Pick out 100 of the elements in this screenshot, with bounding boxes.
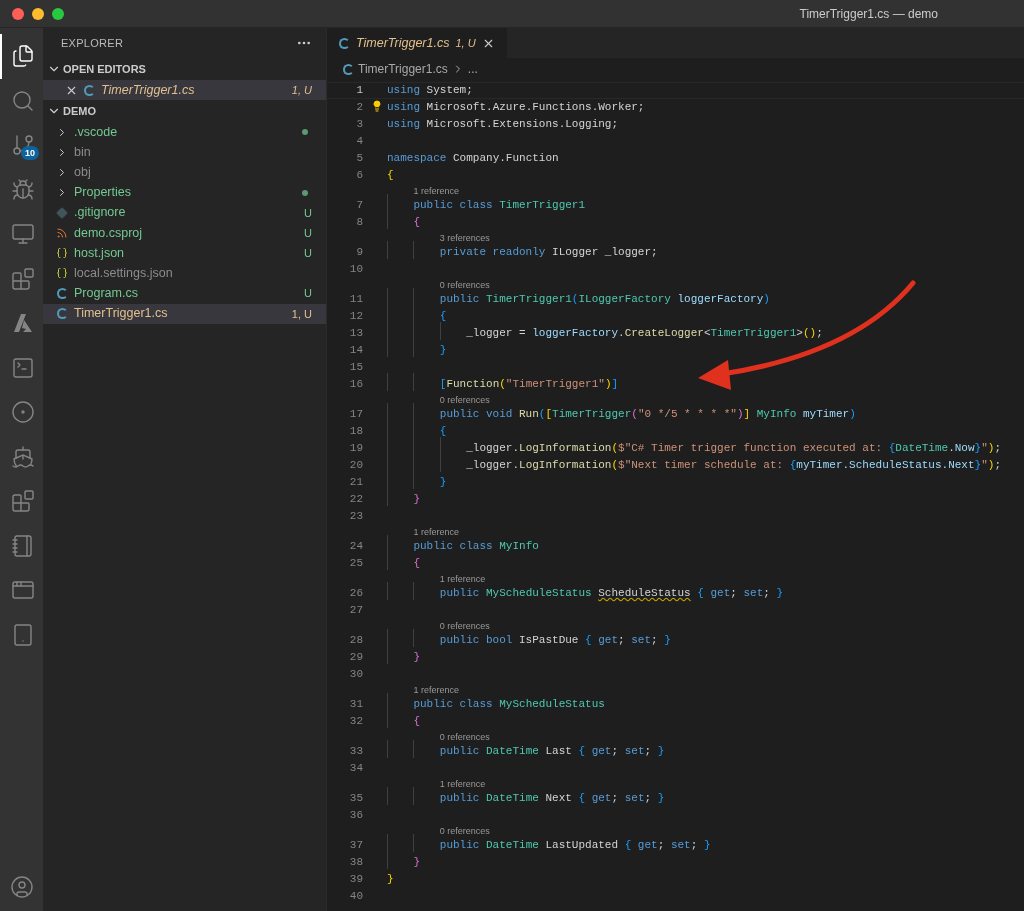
code-line: { bbox=[412, 715, 420, 728]
line-number: 32 bbox=[348, 714, 363, 730]
line-number: 40 bbox=[348, 889, 363, 905]
line-number: 29 bbox=[348, 650, 363, 666]
line-number: 31 bbox=[348, 697, 363, 713]
line-number: 22 bbox=[348, 492, 363, 508]
code-line: [Function("TimerTrigger1")] bbox=[438, 378, 619, 391]
line-number: 15 bbox=[348, 360, 363, 376]
line-number: 10 bbox=[348, 262, 363, 278]
window-title: TimerTrigger1.cs — demo bbox=[799, 5, 938, 23]
breadcrumb-item[interactable]: ... bbox=[467, 60, 478, 78]
line-number: 16 bbox=[348, 377, 363, 393]
code-line: public TimerTrigger1(ILoggerFactory loggerFactory) bbox=[438, 293, 770, 306]
code-line: { bbox=[438, 425, 447, 438]
section-header[interactable]: OPEN EDITORS bbox=[63, 60, 146, 78]
code-line: { bbox=[387, 169, 394, 182]
minimize-window-icon[interactable] bbox=[32, 7, 44, 20]
reference-count[interactable]: 0 references bbox=[439, 732, 490, 743]
file-tree-item[interactable]: local.settings.json bbox=[43, 263, 326, 284]
open-editor-item[interactable]: TimerTrigger1.cs 1, U bbox=[43, 80, 326, 100]
code-line: } bbox=[412, 493, 420, 506]
code-line: namespace Company.Function bbox=[387, 152, 559, 165]
section-header[interactable]: DEMO bbox=[63, 102, 96, 120]
line-number: 36 bbox=[348, 808, 363, 824]
file-tree-item[interactable]: .vscode bbox=[43, 122, 326, 143]
reference-count[interactable]: 1 reference bbox=[439, 779, 486, 790]
line-number: 33 bbox=[348, 744, 363, 760]
code-line: } bbox=[438, 476, 447, 489]
line-number: 35 bbox=[348, 791, 363, 807]
code-line: private readonly ILogger _logger; bbox=[438, 246, 658, 259]
files-icon[interactable] bbox=[10, 44, 35, 69]
line-number: 19 bbox=[348, 441, 363, 457]
line-number: 6 bbox=[355, 168, 363, 184]
source-control-icon[interactable] bbox=[10, 133, 35, 158]
line-number: 2 bbox=[355, 100, 363, 116]
code-line: using Microsoft.Azure.Functions.Worker; bbox=[387, 101, 645, 114]
file-tree-item[interactable]: Program.cs U bbox=[43, 283, 326, 304]
line-number: 5 bbox=[355, 151, 363, 167]
line-number: 9 bbox=[355, 245, 363, 261]
file-tree-item[interactable]: obj bbox=[43, 162, 326, 183]
lightbulb-icon[interactable] bbox=[371, 100, 383, 113]
reference-count[interactable]: 0 references bbox=[439, 621, 490, 632]
line-number: 24 bbox=[348, 539, 363, 555]
code-line: } bbox=[412, 651, 420, 664]
notebook-icon[interactable] bbox=[10, 533, 35, 558]
terminal-icon[interactable] bbox=[10, 355, 35, 380]
editor-tab[interactable]: TimerTrigger1.cs 1, U bbox=[327, 28, 507, 58]
line-number: 4 bbox=[355, 134, 363, 150]
reference-count[interactable]: 1 reference bbox=[439, 574, 486, 585]
line-number: 12 bbox=[348, 309, 363, 325]
csharp-icon bbox=[56, 288, 68, 300]
maximize-window-icon[interactable] bbox=[52, 7, 64, 20]
code-line: } bbox=[438, 344, 447, 357]
reference-count[interactable]: 3 references bbox=[439, 233, 490, 244]
line-number: 17 bbox=[348, 407, 363, 423]
file-tree-item[interactable]: demo.csproj U bbox=[43, 222, 326, 244]
line-number: 23 bbox=[348, 509, 363, 525]
feed-icon bbox=[56, 227, 68, 240]
close-window-icon[interactable] bbox=[12, 7, 24, 20]
braces-icon bbox=[56, 247, 68, 260]
file-tree-item[interactable]: Properties bbox=[43, 182, 326, 203]
search-icon[interactable] bbox=[10, 88, 35, 113]
monitor-icon[interactable] bbox=[10, 222, 35, 247]
account-icon[interactable] bbox=[9, 875, 34, 899]
line-number: 14 bbox=[348, 343, 363, 359]
code-line: { bbox=[412, 557, 420, 570]
code-line: public MyScheduleStatus ScheduleStatus { get; set; } bbox=[438, 587, 784, 600]
line-number: 37 bbox=[348, 838, 363, 854]
panel-title: EXPLORER bbox=[61, 35, 124, 51]
reference-count[interactable]: 1 reference bbox=[413, 685, 459, 696]
reference-count[interactable]: 0 references bbox=[439, 395, 490, 406]
line-number: 25 bbox=[348, 556, 363, 572]
line-number: 13 bbox=[348, 326, 363, 342]
ship-icon[interactable] bbox=[10, 444, 35, 469]
code-line: public void Run([TimerTrigger("0 */5 * * * *")] MyInfo myTimer) bbox=[438, 408, 856, 421]
ring-icon[interactable] bbox=[10, 400, 35, 425]
code-line: public DateTime Next { get; set; } bbox=[438, 792, 665, 805]
csharp-icon bbox=[56, 308, 68, 320]
file-tree-item[interactable]: host.json U bbox=[43, 243, 326, 264]
line-number: 21 bbox=[348, 475, 363, 491]
line-number: 18 bbox=[348, 424, 363, 440]
reference-count[interactable]: 0 references bbox=[439, 826, 490, 837]
file-tree-item[interactable]: .gitignore U bbox=[43, 202, 326, 223]
line-number: 34 bbox=[348, 761, 363, 777]
braces-icon bbox=[56, 267, 68, 280]
blocks-icon[interactable] bbox=[10, 489, 35, 514]
reference-count[interactable]: 0 references bbox=[439, 280, 490, 291]
reference-count[interactable]: 1 reference bbox=[413, 527, 459, 538]
git-icon bbox=[56, 206, 68, 219]
file-tree-item[interactable]: TimerTrigger1.cs 1, U bbox=[43, 303, 326, 324]
csharp-icon bbox=[343, 63, 354, 75]
extensions-icon[interactable] bbox=[10, 266, 35, 291]
line-number: 28 bbox=[348, 633, 363, 649]
file-tree-item[interactable]: bin bbox=[43, 142, 326, 163]
bug-icon[interactable] bbox=[10, 177, 35, 202]
reference-count[interactable]: 1 reference bbox=[413, 186, 459, 197]
line-number: 8 bbox=[355, 215, 363, 231]
breadcrumb-item[interactable]: TimerTrigger1.cs bbox=[358, 60, 448, 78]
code-line: public DateTime LastUpdated { get; set; } bbox=[438, 839, 711, 852]
code-line: using System; bbox=[387, 84, 473, 97]
